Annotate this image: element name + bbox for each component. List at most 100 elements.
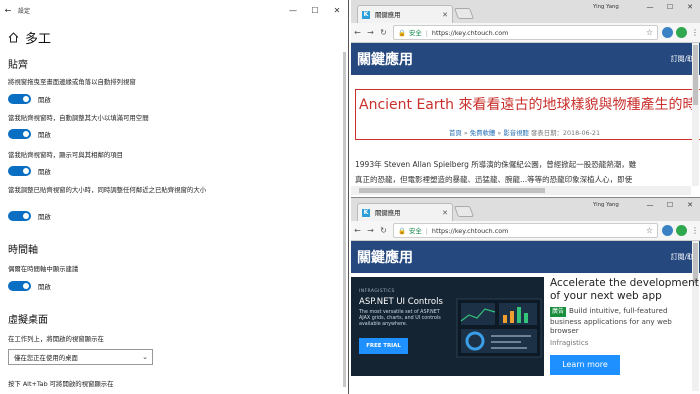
browser-tab[interactable]: K 關鍵應用 ✕: [357, 5, 453, 23]
snap-option-1-toggle-row[interactable]: 開啟: [8, 94, 51, 104]
reload-icon[interactable]: ↻: [377, 226, 390, 235]
site-header: 關鍵應用 訂閱/取: [351, 43, 700, 75]
settings-scrollbar[interactable]: [343, 52, 346, 387]
site-logo[interactable]: 關鍵應用: [357, 247, 413, 267]
timeline-toggle-row[interactable]: 開啟: [8, 281, 51, 291]
scrollbar-thumb[interactable]: [359, 188, 545, 193]
desktop: ← 設定 — ☐ ✕ 多工 貼齊 將視窗拖曳至畫面邊緣或角落以自動排列視窗 開啟…: [0, 0, 700, 394]
breadcrumb-category-1[interactable]: 免費軟體: [470, 129, 496, 137]
snap-option-3-desc: 當我貼齊視窗時，顯示可與其相鄰的項目: [8, 151, 124, 159]
article-body-line: 1993年 Steven Allan Spielberg 所導演的侏儸紀公園，曾…: [355, 160, 637, 169]
toggle-state-label: 開啟: [38, 167, 51, 176]
ad-source: Infragistics: [550, 338, 589, 347]
page-title: 多工: [25, 32, 52, 47]
section-title-timeline: 時間軸: [8, 245, 38, 256]
ad-tag: 廣告: [550, 307, 567, 317]
extension-icon[interactable]: [662, 225, 673, 236]
toggle-state-label: 開啟: [38, 212, 51, 221]
snap-option-3-toggle-row[interactable]: 開啟: [8, 166, 51, 176]
subscribe-link[interactable]: 訂閱/取: [671, 54, 694, 64]
site-favicon: K: [362, 10, 370, 19]
lock-icon[interactable]: 🔒: [398, 29, 406, 37]
site-header: 關鍵應用 訂閱/取: [351, 241, 700, 273]
minimize-icon[interactable]: —: [640, 198, 660, 212]
learn-more-button[interactable]: Learn more: [550, 354, 620, 375]
subscribe-link[interactable]: 訂閱/取: [671, 252, 694, 262]
snap-option-1-desc: 將視窗拖曳至畫面邊緣或角落以自動排列視窗: [8, 78, 136, 86]
extension-icon[interactable]: [676, 225, 687, 236]
vertical-scrollbar[interactable]: [692, 43, 699, 186]
free-trial-button[interactable]: FREE TRIAL: [359, 338, 408, 354]
ad-headline[interactable]: Accelerate the development of your next …: [550, 277, 700, 303]
extension-icon[interactable]: [676, 27, 687, 38]
horizontal-scrollbar[interactable]: [351, 186, 691, 195]
close-icon[interactable]: ✕: [680, 0, 700, 14]
browser-tab[interactable]: K 關鍵應用 ✕: [357, 203, 453, 221]
ad-text-block: Accelerate the development of your next …: [550, 277, 700, 375]
window-controls: — ☐ ✕: [640, 198, 700, 212]
star-icon[interactable]: ☆: [646, 226, 657, 235]
breadcrumb-separator: »: [461, 129, 470, 137]
minimize-icon[interactable]: —: [282, 0, 304, 20]
minimize-icon[interactable]: —: [640, 0, 660, 14]
ad-dashboard-illustration: [456, 298, 542, 358]
snap-option-2-toggle-row[interactable]: 開啟: [8, 129, 51, 139]
scrollbar-thumb[interactable]: [693, 45, 698, 105]
tab-close-icon[interactable]: ✕: [442, 209, 452, 217]
snap-option-4-toggle[interactable]: [8, 211, 31, 221]
profile-name[interactable]: Ying Yang: [593, 202, 619, 208]
settings-window-title: 設定: [18, 7, 31, 15]
menu-dots-icon[interactable]: ⋮: [690, 226, 700, 235]
snap-option-4-toggle-row[interactable]: 開啟: [8, 211, 51, 221]
lock-icon[interactable]: 🔒: [398, 227, 406, 235]
new-tab-button[interactable]: [453, 8, 475, 19]
tab-close-icon[interactable]: ✕: [442, 11, 452, 19]
back-arrow-icon[interactable]: ←: [0, 6, 16, 15]
toggle-state-label: 開啟: [38, 282, 51, 291]
breadcrumb-category-2[interactable]: 影音視聽: [503, 129, 529, 137]
dropdown-value: 僅在您正在使用的桌面: [14, 353, 78, 362]
extension-icon[interactable]: [662, 27, 673, 38]
timeline-option-desc: 偶爾在時間軸中顯示建議: [8, 265, 79, 273]
close-icon[interactable]: ✕: [680, 198, 700, 212]
tab-title: 關鍵應用: [375, 11, 401, 19]
tab-strip: K 關鍵應用 ✕ Ying Yang — ☐ ✕: [351, 198, 700, 221]
back-icon[interactable]: ←: [351, 226, 364, 235]
address-bar[interactable]: 🔒 安全 | https://key.chtouch.com ☆: [393, 25, 658, 40]
timeline-toggle[interactable]: [8, 281, 31, 291]
menu-dots-icon[interactable]: ⋮: [690, 28, 700, 37]
maximize-icon[interactable]: ☐: [660, 198, 680, 212]
ad-banner[interactable]: INFRAGISTICS ASP.NET UI Controls The mos…: [351, 277, 544, 376]
toggle-state-label: 開啟: [38, 95, 51, 104]
snap-option-2-toggle[interactable]: [8, 129, 31, 139]
star-icon[interactable]: ☆: [646, 28, 657, 37]
divider: |: [425, 28, 428, 37]
toggle-state-label: 開啟: [38, 130, 51, 139]
tab-strip: K 關鍵應用 ✕ Ying Yang — ☐ ✕: [351, 0, 700, 23]
address-bar[interactable]: 🔒 安全 | https://key.chtouch.com ☆: [393, 223, 658, 238]
article-body-line: 真正的恐龍，但電影裡塑造的暴龍、迅猛龍、腕龍...等等的恐龍印象深植人心，即使: [355, 175, 633, 184]
article-title[interactable]: Ancient Earth 來看看遠古的地球樣貌與物種產生的時: [359, 94, 696, 114]
back-icon[interactable]: ←: [351, 28, 364, 37]
snap-option-1-toggle[interactable]: [8, 94, 31, 104]
forward-icon[interactable]: →: [364, 28, 377, 37]
home-icon[interactable]: [8, 32, 19, 43]
forward-icon[interactable]: →: [364, 226, 377, 235]
secure-label: 安全: [408, 29, 422, 37]
ad-description: The most versatile set of ASP.NET AJAX g…: [359, 310, 441, 327]
url-text: https://key.chtouch.com: [431, 28, 509, 37]
taskbar-windows-dropdown[interactable]: 僅在您正在使用的桌面 ⌄: [8, 349, 153, 365]
secure-label: 安全: [408, 227, 422, 235]
profile-name[interactable]: Ying Yang: [593, 4, 619, 10]
new-tab-button[interactable]: [453, 206, 475, 217]
breadcrumb-home[interactable]: 首頁: [449, 129, 462, 137]
alt-tab-desc: 按下 Alt+Tab 可將開啟的視窗顯示在: [8, 380, 114, 388]
snap-option-3-toggle[interactable]: [8, 166, 31, 176]
article-meta: 首頁 » 免費軟體 » 影音視聽 發表日期：2018-06-21: [449, 128, 600, 137]
reload-icon[interactable]: ↻: [377, 28, 390, 37]
section-title-snap: 貼齊: [8, 60, 28, 71]
maximize-icon[interactable]: ☐: [304, 0, 326, 20]
maximize-icon[interactable]: ☐: [660, 0, 680, 14]
site-logo[interactable]: 關鍵應用: [357, 49, 413, 69]
close-icon[interactable]: ✕: [326, 0, 348, 20]
